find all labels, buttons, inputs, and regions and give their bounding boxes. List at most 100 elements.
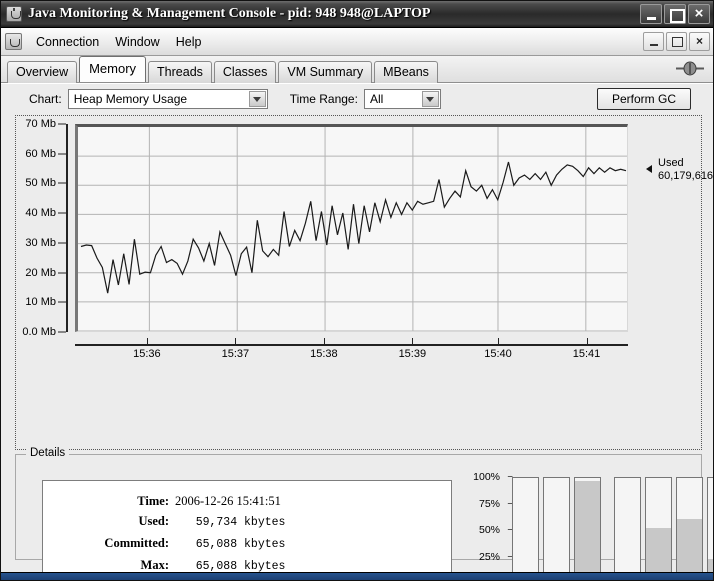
chart-x-tick-mark — [235, 338, 237, 345]
chart-x-tick-label: 15:40 — [484, 348, 512, 360]
tab-classes[interactable]: Classes — [213, 61, 277, 83]
taskbar-sliver — [1, 572, 713, 580]
mdi-restore-button[interactable] — [666, 32, 687, 51]
chart-y-tick-label: 30 Mb — [25, 236, 56, 249]
used-memory-line — [81, 162, 626, 293]
window-title: Java Monitoring & Management Console - p… — [28, 6, 431, 21]
chart-y-tick-mark — [58, 123, 66, 125]
time-range-label: Time Range: — [289, 92, 358, 106]
chart-y-tick-label: 0.0 Mb — [22, 326, 56, 338]
memory-pool-gauges: 100%--75%--50%--25%--0%-- Heap Non-Heap — [468, 471, 713, 580]
chart-y-axis-labels: 70 Mb 60 Mb 50 Mb 40 Mb 30 Mb 20 Mb 10 Mb 0.0 M… — [16, 116, 68, 340]
chart-x-tick-label: 15:41 — [572, 348, 601, 360]
nonheap-gauge-bar[interactable] — [676, 477, 703, 580]
chart-line-svg — [78, 127, 627, 331]
chart-x-tick-label: 15:36 — [133, 348, 161, 360]
menu-item-connection[interactable]: Connection — [28, 32, 107, 52]
mdi-close-button[interactable]: × — [689, 32, 710, 51]
details-rows: Time: 2006-12-26 15:41:51 Used: 59,734 kby… — [43, 481, 451, 580]
chart-x-tick-label: 15:38 — [310, 348, 338, 360]
gauge-bar-fill — [575, 481, 600, 580]
gauge-y-axis-labels: 100%--75%--50%--25%--0%-- — [468, 471, 513, 580]
chart-y-tick-label: 40 Mb — [25, 207, 56, 220]
java-cup-icon — [5, 33, 22, 50]
tab-strip: Overview Memory Threads Classes VM Summa… — [1, 56, 713, 83]
used-legend-value: 60,179,616 — [658, 169, 713, 182]
details-row-key: Time: — [137, 494, 169, 508]
chart-select[interactable]: Heap Memory Usage — [67, 89, 268, 109]
tab-memory[interactable]: Memory — [79, 56, 147, 82]
used-series-marker-icon — [646, 164, 652, 173]
title-bar: Java Monitoring & Management Console - p… — [1, 1, 713, 28]
window-close-button[interactable]: × — [688, 4, 710, 24]
chart-y-tick-mark — [58, 212, 66, 214]
details-row-value: 2006-12-26 15:41:51 — [175, 494, 281, 508]
memory-chart-panel: 70 Mb 60 Mb 50 Mb 40 Mb 30 Mb 20 Mb 10 Mb 0.0 M… — [15, 115, 713, 450]
chart-x-tick-label: 15:39 — [398, 348, 427, 360]
chart-y-tick-mark — [58, 182, 66, 184]
tab-vm-summary[interactable]: VM Summary — [278, 61, 373, 83]
nonheap-gauge-bar[interactable] — [645, 477, 672, 580]
heap-gauge-bar[interactable] — [512, 477, 539, 580]
menu-item-help[interactable]: Help — [168, 32, 210, 52]
chart-y-tick-mark — [58, 272, 66, 274]
chart-plot-area[interactable] — [75, 124, 628, 332]
gauge-bars — [512, 477, 713, 580]
chart-y-tick-label: 10 Mb — [25, 296, 56, 309]
used-series-legend: Used 60,179,616 — [658, 157, 713, 183]
details-row-key: Committed: — [104, 536, 169, 550]
chart-y-tick-mark — [58, 301, 66, 303]
chevron-down-icon[interactable] — [248, 91, 266, 107]
perform-gc-button[interactable]: Perform GC — [596, 88, 691, 110]
chart-y-tick-label: 20 Mb — [25, 266, 56, 279]
chart-x-tick-mark — [412, 338, 414, 345]
chevron-down-icon[interactable] — [421, 91, 439, 107]
nonheap-gauge-bar[interactable] — [614, 477, 641, 580]
tab-mbeans[interactable]: MBeans — [374, 61, 438, 83]
drag-grip-icon[interactable] — [675, 61, 705, 76]
heap-gauge-bar[interactable] — [543, 477, 570, 580]
tab-threads[interactable]: Threads — [148, 61, 212, 83]
window-minimize-button[interactable] — [640, 4, 662, 24]
gauge-tick-label: 25% — [478, 550, 500, 563]
menu-bar: Connection Window Help × — [1, 28, 713, 56]
details-panel-title: Details — [26, 447, 70, 459]
close-icon: × — [694, 5, 704, 22]
window-maximize-button[interactable] — [664, 4, 686, 24]
memory-tab-content: Chart: Heap Memory Usage Time Range: All… — [1, 83, 713, 580]
gauge-tick-label: 100% — [473, 471, 500, 483]
chart-x-tick-mark — [498, 338, 500, 345]
chart-y-tick-mark — [58, 242, 66, 244]
details-row-value: 59,734 kbytes — [175, 516, 286, 529]
chart-x-tick-mark — [323, 338, 325, 345]
tab-overview[interactable]: Overview — [7, 61, 78, 83]
chart-y-tick-label: 60 Mb — [25, 147, 56, 160]
details-row: Committed: 65,088 kbytes — [43, 533, 451, 555]
chart-y-axis — [66, 124, 68, 332]
chart-y-tick-mark — [58, 331, 66, 333]
details-panel: Details Time: 2006-12-26 15:41:51 Used: 59… — [15, 447, 713, 580]
details-row-key: Used: — [138, 514, 169, 528]
time-range-value: All — [369, 92, 384, 106]
chart-x-tick-mark — [146, 338, 148, 345]
details-text-box: Time: 2006-12-26 15:41:51 Used: 59,734 kby… — [42, 480, 452, 580]
chart-select-value: Heap Memory Usage — [73, 92, 188, 106]
chart-x-tick-label: 15:37 — [221, 348, 250, 360]
gauge-bar-fill — [677, 518, 702, 580]
chart-x-axis — [75, 344, 628, 346]
close-icon: × — [695, 34, 703, 48]
used-legend-name: Used — [658, 156, 684, 169]
gauge-tick-label: 50% — [478, 524, 500, 536]
heap-gauge-bar[interactable] — [574, 477, 601, 580]
nonheap-gauge-bar[interactable] — [707, 477, 713, 580]
chart-y-tick-mark — [58, 153, 66, 155]
gauge-tick-label: 75% — [478, 497, 500, 510]
application-window: Java Monitoring & Management Console - p… — [0, 0, 714, 581]
details-row: Time: 2006-12-26 15:41:51 — [43, 491, 451, 511]
menu-item-window[interactable]: Window — [107, 32, 167, 52]
java-cup-icon — [6, 6, 22, 22]
chart-select-label: Chart: — [29, 92, 62, 106]
details-row: Used: 59,734 kbytes — [43, 511, 451, 533]
mdi-minimize-button[interactable] — [643, 32, 664, 51]
time-range-select[interactable]: All — [363, 89, 441, 109]
